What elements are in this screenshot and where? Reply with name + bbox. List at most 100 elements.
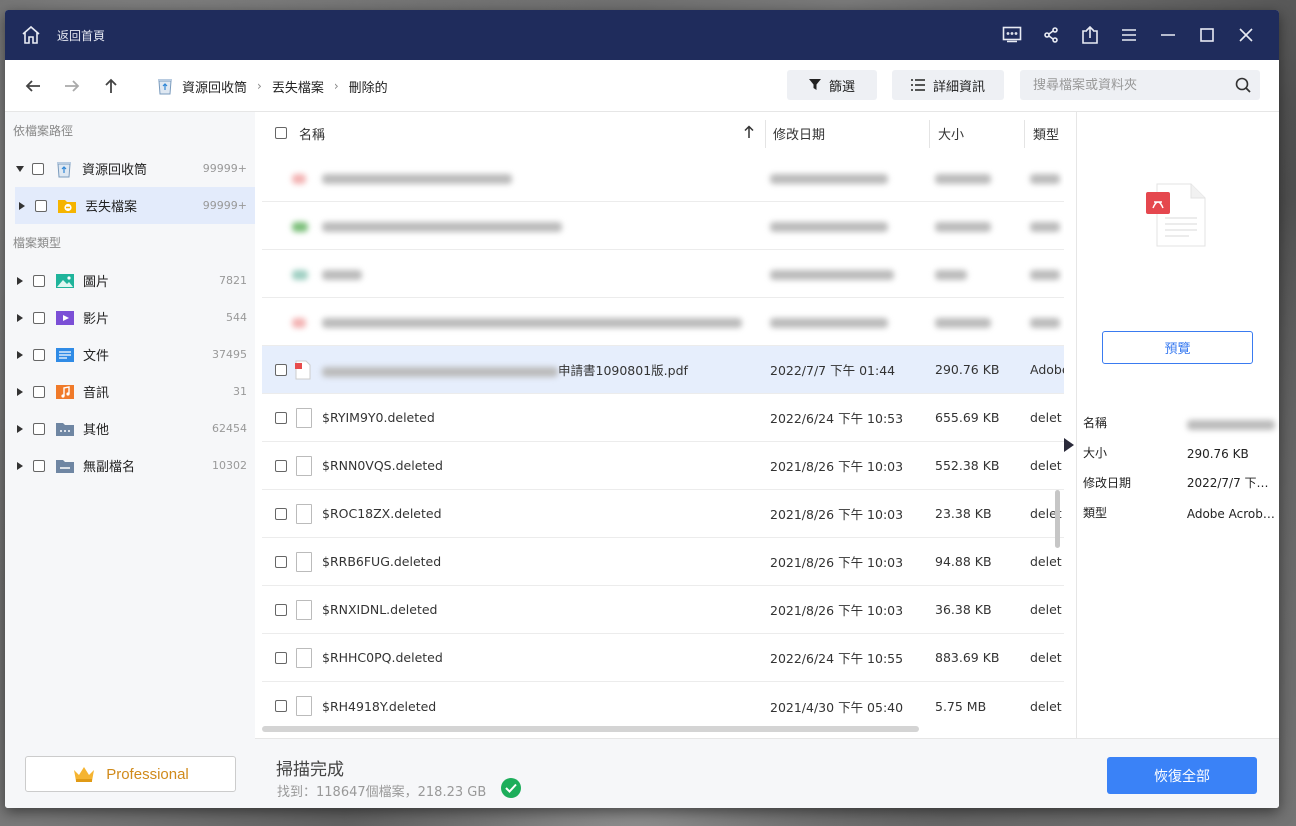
table-row[interactable]: $RNXIDNL.deleted 2021/8/26 下午 10:03 36.3… [262, 586, 1064, 634]
recover-all-button[interactable]: 恢復全部 [1107, 757, 1257, 794]
column-divider[interactable] [929, 120, 930, 148]
file-size: 5.75 MB [935, 698, 987, 714]
pdf-preview-icon [1146, 183, 1206, 247]
breadcrumb-recycle-bin[interactable]: 資源回收筒 [182, 77, 247, 96]
row-checkbox[interactable] [275, 363, 287, 376]
maximize-button[interactable] [1187, 10, 1226, 60]
minimize-button[interactable] [1148, 10, 1187, 60]
filter-icon [808, 79, 821, 90]
close-button[interactable] [1226, 10, 1265, 60]
caret-right-icon[interactable] [17, 313, 23, 322]
table-row[interactable]: $RNN0VQS.deleted 2021/8/26 下午 10:03 552.… [262, 442, 1064, 490]
row-checkbox[interactable] [275, 651, 287, 664]
caret-right-icon[interactable] [17, 350, 23, 359]
file-name-obscured [322, 314, 742, 329]
feedback-button[interactable] [992, 10, 1031, 60]
details-button[interactable]: 詳細資訊 [892, 70, 1004, 100]
table-row[interactable]: $RYIM9Y0.deleted 2022/6/24 下午 10:53 655.… [262, 394, 1064, 442]
tree-item-pictures[interactable]: 圖片 7821 [5, 262, 255, 299]
checkbox[interactable] [33, 385, 45, 398]
tree-item-no-extension[interactable]: 無副檔名 10302 [5, 447, 255, 484]
row-checkbox[interactable] [275, 411, 287, 424]
caret-right-icon[interactable] [17, 424, 23, 433]
select-all-checkbox[interactable] [275, 127, 287, 139]
tree-item-other[interactable]: 其他 62454 [5, 410, 255, 447]
sort-ascending-icon[interactable] [744, 125, 754, 139]
file-type-obscured [1030, 170, 1064, 185]
checkbox[interactable] [35, 199, 47, 212]
row-checkbox[interactable] [275, 507, 287, 520]
tree-item-documents[interactable]: 文件 37495 [5, 336, 255, 373]
table-row[interactable] [262, 298, 1064, 346]
export-button[interactable] [1070, 10, 1109, 60]
home-label[interactable]: 返回首頁 [57, 27, 105, 44]
search-input[interactable] [1033, 77, 1223, 93]
preview-button[interactable]: 預覽 [1102, 331, 1253, 364]
column-date[interactable]: 修改日期 [773, 124, 825, 143]
file-name-obscured [322, 363, 558, 378]
caret-right-icon[interactable] [17, 387, 23, 396]
folder-icon [58, 199, 76, 213]
table-row[interactable] [262, 154, 1064, 202]
breadcrumb-lost-files[interactable]: 丟失檔案 [272, 77, 324, 96]
filter-button[interactable]: 篩選 [787, 70, 877, 100]
file-size: 883.69 KB [935, 650, 1000, 665]
column-name[interactable]: 名稱 [299, 124, 325, 143]
share-button[interactable] [1031, 10, 1070, 60]
vertical-scrollbar[interactable] [1055, 490, 1060, 548]
row-checkbox[interactable] [275, 603, 287, 616]
file-size-obscured [935, 266, 967, 281]
column-divider[interactable] [765, 120, 766, 148]
home-button[interactable] [5, 10, 57, 60]
column-type[interactable]: 類型 [1033, 124, 1059, 143]
tree-item-videos[interactable]: 影片 544 [5, 299, 255, 336]
detail-type-row: 類型 Adobe Acrobat... [1083, 504, 1279, 521]
checkbox[interactable] [33, 459, 45, 472]
row-checkbox[interactable] [275, 700, 287, 712]
tree-item-recycle-bin[interactable]: 資源回收筒 99999+ [5, 150, 255, 187]
column-size[interactable]: 大小 [938, 124, 964, 143]
menu-button[interactable] [1109, 10, 1148, 60]
toggle-preview-arrow-icon[interactable] [1064, 438, 1074, 452]
back-button[interactable] [13, 66, 52, 106]
file-list: 名稱 修改日期 大小 類型 申請書1090801版.pdf 2022/7/7 下… [262, 112, 1064, 738]
column-divider[interactable] [1024, 120, 1025, 148]
table-row[interactable]: $RH4918Y.deleted 2021/4/30 下午 05:40 5.75… [262, 682, 1064, 730]
file-date-obscured [770, 218, 888, 233]
checkbox[interactable] [33, 311, 45, 324]
caret-right-icon[interactable] [17, 276, 23, 285]
checkbox[interactable] [33, 348, 45, 361]
up-button[interactable] [91, 66, 130, 106]
table-row-selected[interactable]: 申請書1090801版.pdf 2022/7/7 下午 01:44 290.76… [262, 346, 1064, 394]
checkbox[interactable] [32, 162, 44, 175]
search-icon[interactable] [1235, 77, 1251, 93]
checkbox[interactable] [33, 274, 45, 287]
table-row[interactable] [262, 250, 1064, 298]
detail-date-value: 2022/7/7 下午 ... [1186, 476, 1279, 490]
table-row[interactable]: $RHHC0PQ.deleted 2022/6/24 下午 10:55 883.… [262, 634, 1064, 682]
caret-down-icon[interactable] [16, 165, 24, 172]
caret-right-icon[interactable] [19, 201, 25, 210]
preview-pane: 預覽 名稱 大小 290.76 KB 修改日期 2022/7/7 下午 ... … [1076, 112, 1279, 738]
file-name: $RNXIDNL.deleted [322, 602, 438, 617]
checkbox[interactable] [33, 422, 45, 435]
professional-upgrade-button[interactable]: Professional [25, 756, 236, 792]
table-row[interactable]: $ROC18ZX.deleted 2021/8/26 下午 10:03 23.3… [262, 490, 1064, 538]
row-checkbox[interactable] [275, 555, 287, 568]
breadcrumb-deleted[interactable]: 刪除的 [349, 77, 388, 96]
detail-size-row: 大小 290.76 KB [1083, 444, 1279, 461]
caret-right-icon[interactable] [17, 461, 23, 470]
tree-item-label: 影片 [83, 312, 110, 327]
table-row[interactable]: $RRB6FUG.deleted 2021/8/26 下午 10:03 94.8… [262, 538, 1064, 586]
detail-date-key: 修改日期 [1083, 476, 1132, 490]
sidebar: 依檔案路徑 資源回收筒 99999+ 丟失檔案 99999+ 檔案類型 圖片 7… [5, 112, 255, 738]
row-checkbox[interactable] [275, 459, 287, 472]
path-section-header: 依檔案路徑 [13, 124, 74, 138]
tree-item-label: 音訊 [83, 386, 110, 401]
horizontal-scrollbar[interactable] [262, 726, 919, 732]
tree-item-audio[interactable]: 音訊 31 [5, 373, 255, 410]
table-row[interactable] [262, 202, 1064, 250]
forward-button[interactable] [52, 66, 91, 106]
recycle-bin-icon [158, 79, 172, 95]
tree-item-lost-files[interactable]: 丟失檔案 99999+ [15, 187, 255, 224]
